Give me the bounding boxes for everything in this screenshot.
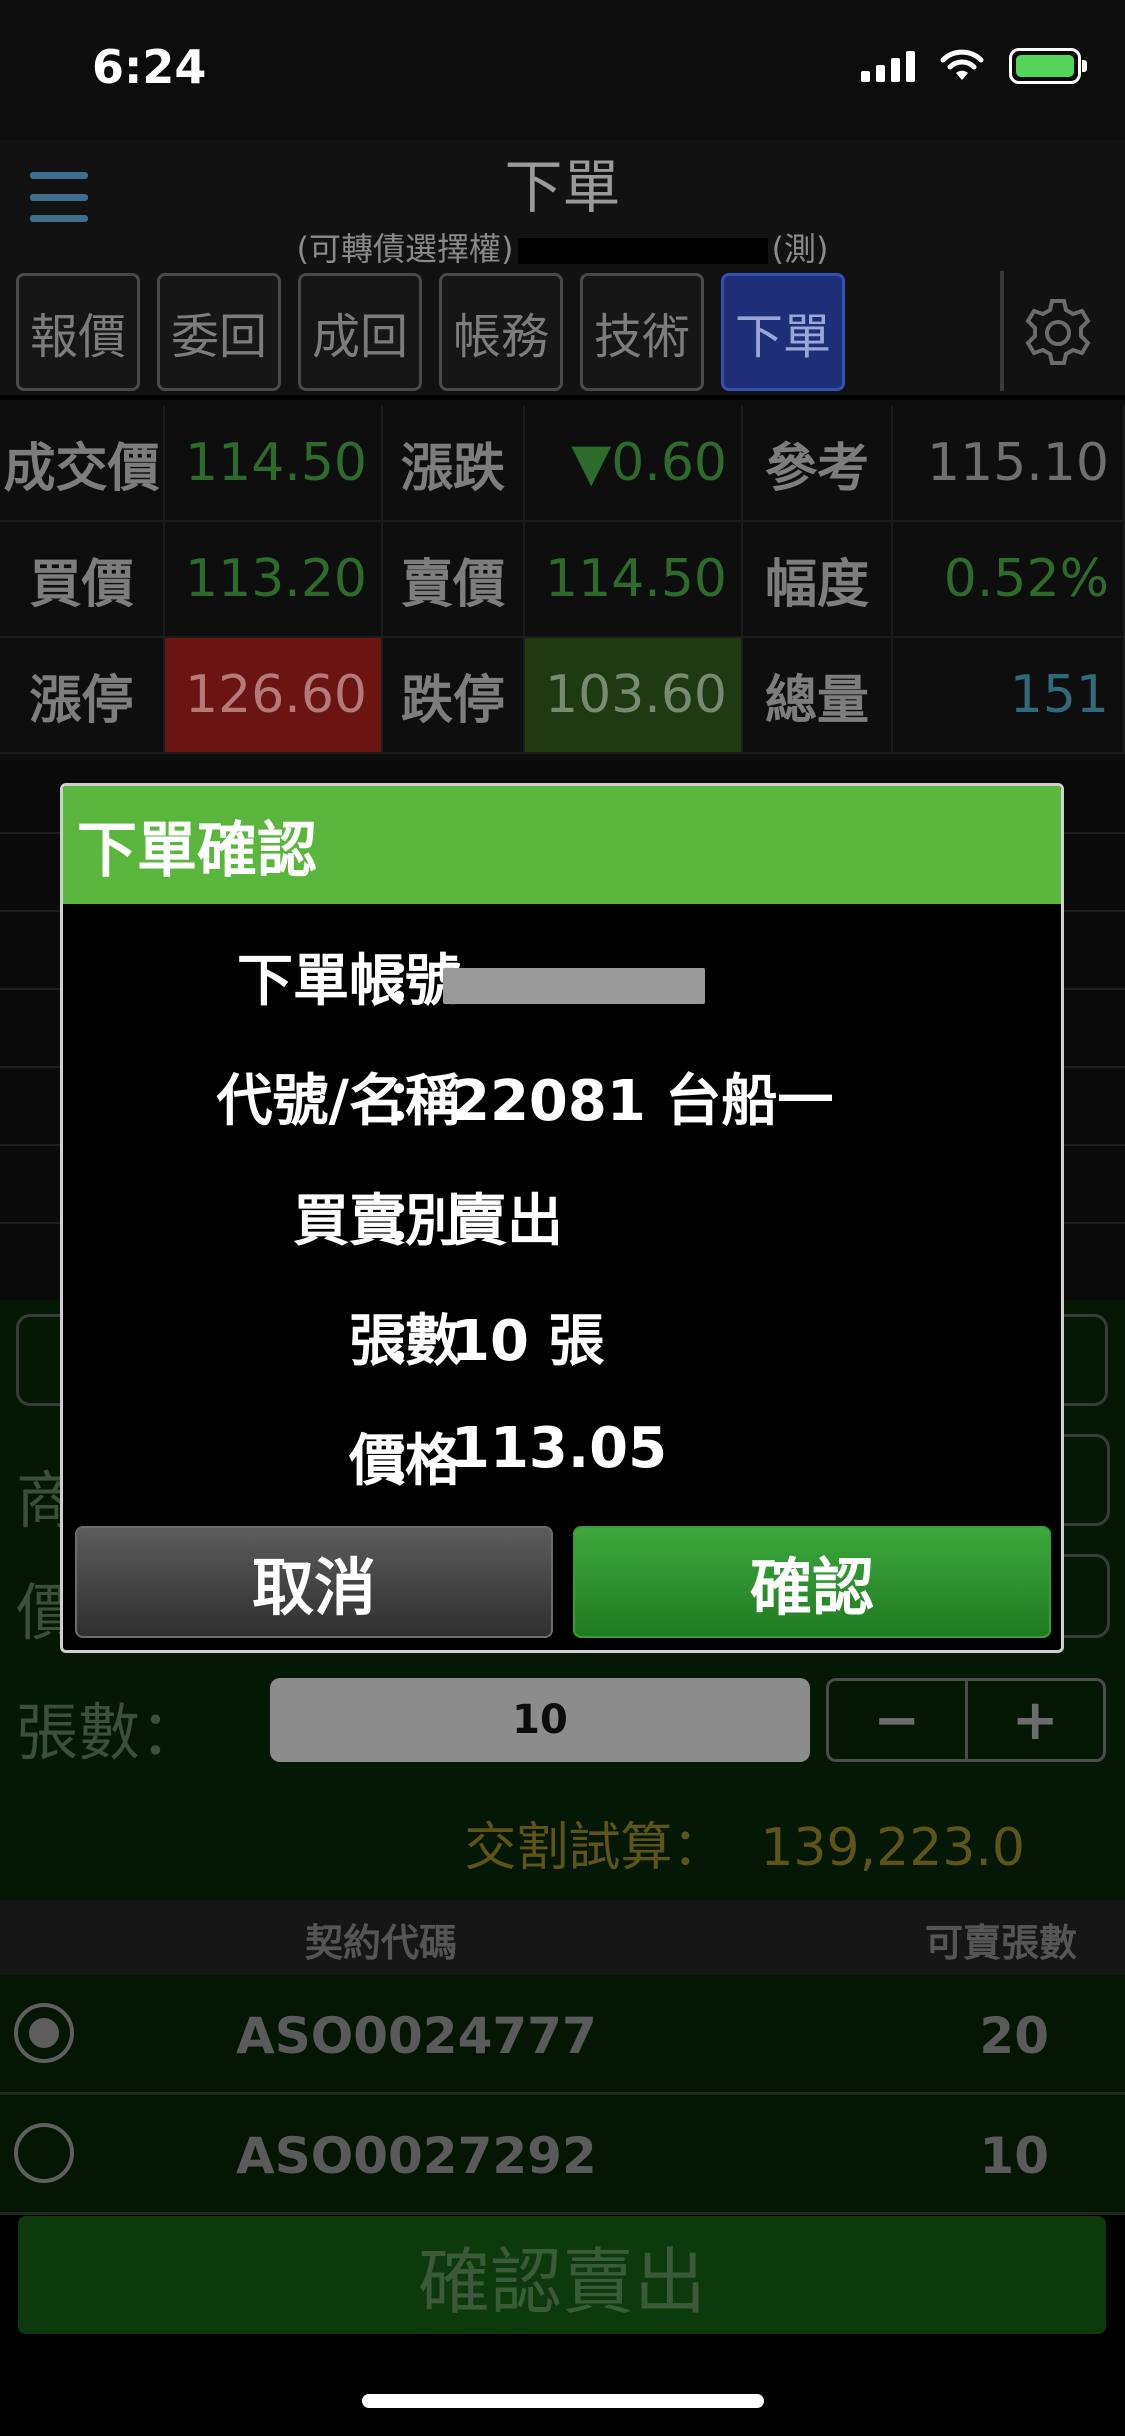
limit-down-value: 103.60 <box>525 638 743 754</box>
field-separator: ： <box>385 1189 441 1254</box>
ask-value: 114.50 <box>525 522 743 638</box>
subtitle-prefix: (可轉債選擇權) <box>296 230 514 268</box>
redacted-account-number <box>443 968 705 1004</box>
tab-order-report[interactable]: 委回 <box>157 273 281 391</box>
change-value: ▼0.60 <box>525 406 743 522</box>
tab-divider <box>1000 271 1004 391</box>
gear-icon[interactable] <box>1020 295 1096 371</box>
tab-fill-report[interactable]: 成回 <box>298 273 422 391</box>
tab-account[interactable]: 帳務 <box>439 273 563 391</box>
reference-value: 115.10 <box>893 406 1125 522</box>
field-separator: ： <box>385 949 441 1014</box>
redacted-text <box>517 238 768 264</box>
field-side: 買賣別 ： 賣出 <box>63 1176 1061 1256</box>
limit-down-label: 跌停 <box>383 638 525 754</box>
header-sellable-qty: 可賣張數 <box>924 1921 1077 1965</box>
volume-label: 總量 <box>743 638 893 754</box>
quote-panel: 成交價 114.50 漲跌 ▼0.60 參考 115.10 買價 113.20 … <box>0 400 1125 760</box>
list-item[interactable]: ASO0027292 10 <box>0 2095 1125 2215</box>
field-quantity: 張數 ： 10 張 <box>63 1296 1061 1376</box>
change-label: 漲跌 <box>383 406 525 522</box>
field-value: 10 張 <box>451 1309 605 1374</box>
limit-up-value: 126.60 <box>165 638 383 754</box>
qty-stepper: − + <box>826 1678 1106 1762</box>
header-contract-code: 契約代碼 <box>305 1921 458 1965</box>
field-value: 113.05 <box>451 1416 668 1481</box>
field-symbol-name: 代號/名稱 ： 22081 台船一 <box>63 1056 1061 1136</box>
tab-technical[interactable]: 技術 <box>580 273 704 391</box>
last-price-label: 成交價 <box>0 406 165 522</box>
field-account: 下單帳號 ： <box>63 936 1061 1016</box>
estimate-label: 交割試算： <box>464 1818 725 1878</box>
quote-row: 漲停 126.60 跌停 103.60 總量 151 <box>0 638 1125 754</box>
contract-code: ASO0024777 <box>236 2007 597 2065</box>
dialog-header: 下單確認 <box>63 786 1061 904</box>
cancel-button[interactable]: 取消 <box>75 1526 553 1638</box>
status-icons <box>861 48 1087 84</box>
field-separator: ： <box>385 1429 441 1494</box>
cell-signal-icon <box>861 50 915 82</box>
tab-bar: 報價 委回 成回 帳務 技術 下單 <box>0 265 1125 395</box>
limit-up-label: 漲停 <box>0 638 165 754</box>
subtitle-suffix: (測) <box>771 230 829 268</box>
nav-header: 下單 (可轉債選擇權) (測) <box>0 140 1125 268</box>
reference-label: 參考 <box>743 406 893 522</box>
list-item[interactable]: ASO0024777 20 <box>0 1975 1125 2095</box>
estimate-value: 139,223.0 <box>760 1818 1025 1878</box>
tab-quote[interactable]: 報價 <box>16 273 140 391</box>
quote-row: 買價 113.20 賣價 114.50 幅度 0.52% <box>0 522 1125 638</box>
sellable-qty: 10 <box>979 2127 1049 2185</box>
contract-code: ASO0027292 <box>236 2127 597 2185</box>
battery-icon <box>1009 48 1087 84</box>
confirm-sell-button[interactable]: 確認賣出 <box>18 2216 1106 2334</box>
order-confirm-dialog: 下單確認 下單帳號 ： 代號/名稱 ： 22081 台船一 買賣別 ： 賣出 張… <box>60 783 1064 1653</box>
confirm-button[interactable]: 確認 <box>573 1526 1051 1638</box>
status-time: 6:24 <box>92 40 207 94</box>
field-price: 價格 ： 113.05 <box>63 1416 1061 1496</box>
last-price-value: 114.50 <box>165 406 383 522</box>
qty-minus-button[interactable]: − <box>829 1681 965 1759</box>
field-separator: ： <box>385 1309 441 1374</box>
bid-value: 113.20 <box>165 522 383 638</box>
field-value: 賣出 <box>451 1189 563 1254</box>
change-pct-value: 0.52% <box>893 522 1125 638</box>
bottom-safe-area <box>0 2340 1125 2436</box>
status-bar: 6:24 <box>0 0 1125 140</box>
field-value: 22081 台船一 <box>451 1069 834 1134</box>
quote-row: 成交價 114.50 漲跌 ▼0.60 參考 115.10 <box>0 406 1125 522</box>
qty-plus-button[interactable]: + <box>964 1681 1104 1759</box>
tab-place-order[interactable]: 下單 <box>721 273 845 391</box>
volume-value: 151 <box>893 638 1125 754</box>
qty-label: 張數： <box>16 1696 203 1769</box>
sellable-qty: 20 <box>979 2007 1049 2065</box>
radio-checked-icon[interactable] <box>14 2003 74 2063</box>
radio-unchecked-icon[interactable] <box>14 2123 74 2183</box>
qty-input[interactable]: 10 <box>270 1678 810 1762</box>
change-pct-label: 幅度 <box>743 522 893 638</box>
wifi-icon <box>940 49 984 80</box>
field-separator: ： <box>385 1069 441 1134</box>
home-indicator[interactable] <box>362 2394 764 2408</box>
bid-label: 買價 <box>0 522 165 638</box>
settlement-estimate: 交割試算： 139,223.0 <box>464 1805 1025 1880</box>
dialog-title: 下單確認 <box>77 815 317 886</box>
page-title: 下單 <box>504 153 621 221</box>
contract-list-header: 契約代碼 可賣張數 <box>0 1900 1125 1975</box>
page-subtitle: (可轉債選擇權) (測) <box>0 224 1125 270</box>
ask-label: 賣價 <box>383 522 525 638</box>
